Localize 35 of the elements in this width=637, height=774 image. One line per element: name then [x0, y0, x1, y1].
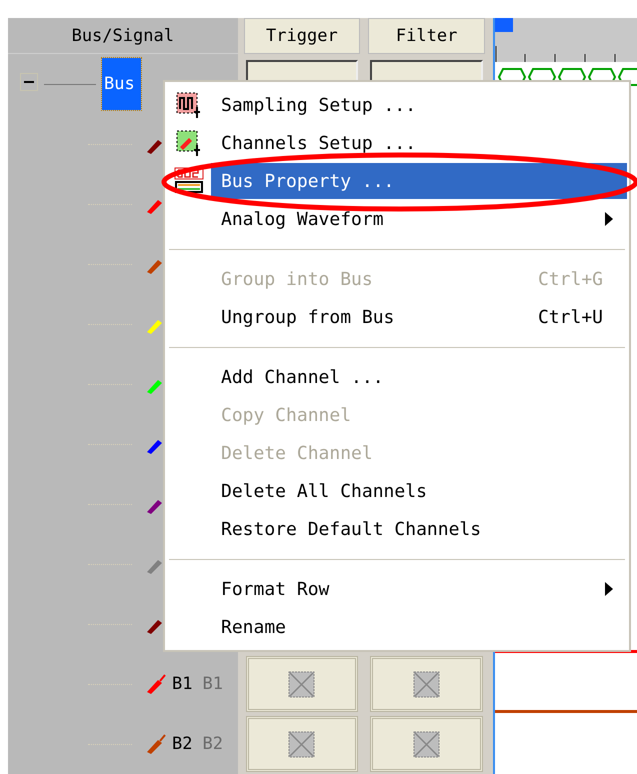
channel-name[interactable]: B1	[172, 674, 192, 694]
probe-settings-icon	[175, 129, 203, 157]
menu-item: Copy Channel	[220, 404, 352, 428]
channel-alias: B2	[202, 734, 223, 754]
filter-cell[interactable]	[370, 656, 483, 712]
filter-field[interactable]	[370, 60, 483, 82]
menu-item[interactable]: Channels Setup ...	[211, 125, 627, 161]
trigger-cell[interactable]	[246, 656, 358, 712]
waveform-icon	[175, 91, 203, 119]
time-cursor[interactable]	[494, 18, 513, 32]
trigger-cell[interactable]	[246, 716, 358, 772]
menu-item[interactable]: Bus Property ...	[211, 163, 627, 199]
menu-item[interactable]: Delete All Channels	[211, 473, 627, 509]
menu-item[interactable]: Restore Default Channels	[211, 511, 627, 547]
channel-alias: B1	[202, 674, 223, 694]
menu-item[interactable]: Sampling Setup ...	[211, 87, 627, 123]
filter-cell[interactable]	[370, 716, 483, 772]
trigger-field[interactable]	[246, 60, 358, 82]
crossed-box-icon	[413, 730, 440, 758]
menu-item[interactable]: Add Channel ...	[211, 359, 627, 395]
menu-item[interactable]: Format Row	[211, 571, 627, 607]
menu-item[interactable]: Rename	[211, 609, 627, 645]
menu-item: Delete Channel	[220, 442, 374, 466]
column-header[interactable]: Bus/Signal	[8, 18, 238, 54]
menu-item: Group into Bus Ctrl+G	[220, 268, 604, 292]
bus-label[interactable]: Bus	[102, 58, 141, 110]
bus-icon	[174, 166, 204, 196]
column-header[interactable]: Trigger	[244, 18, 360, 54]
menu-item[interactable]: Ungroup from Bus Ctrl+U	[211, 299, 627, 335]
crossed-box-icon	[288, 670, 316, 698]
channel-name[interactable]: B2	[172, 734, 192, 754]
crossed-box-icon	[413, 670, 440, 698]
menu-item[interactable]: Analog Waveform	[211, 201, 627, 237]
crossed-box-icon	[288, 730, 316, 758]
column-header[interactable]: Filter	[368, 18, 485, 54]
